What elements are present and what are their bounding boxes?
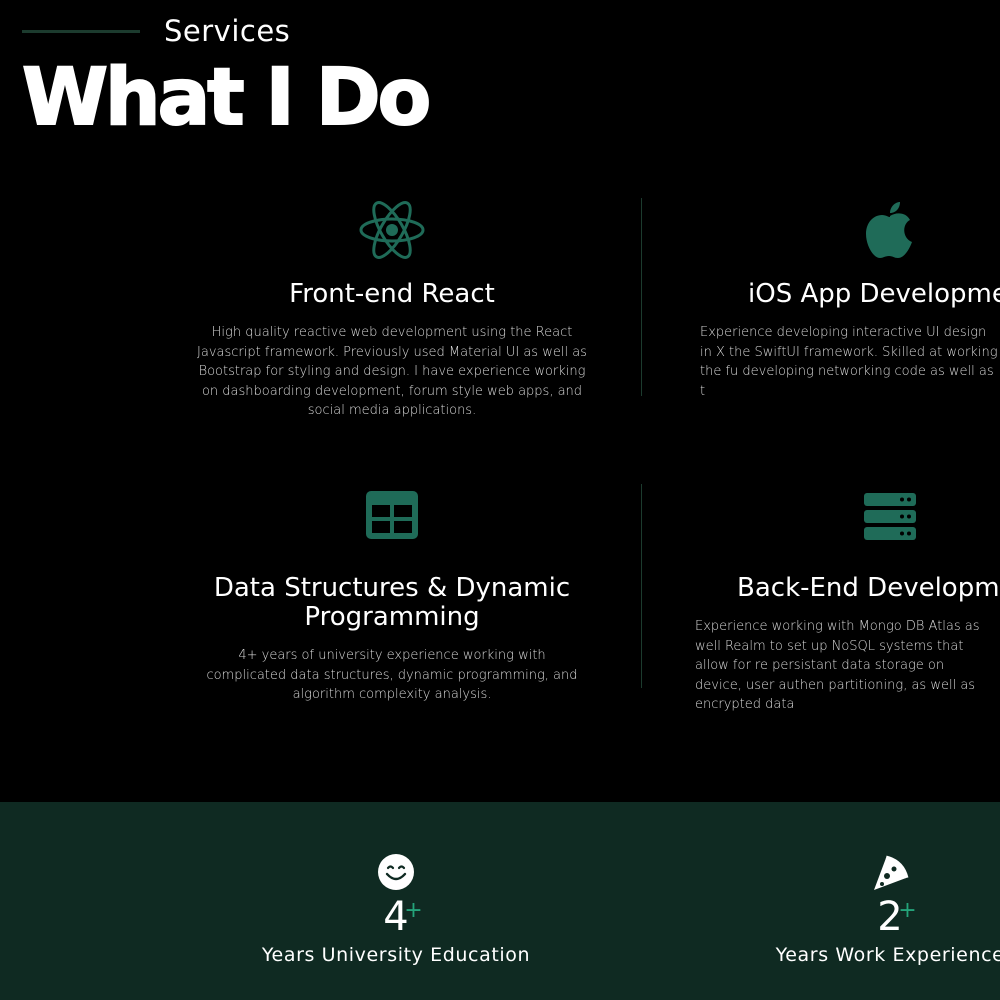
service-title: Front-end React (289, 279, 495, 309)
service-description: Experience developing interactive UI des… (700, 325, 998, 399)
table-icon (366, 491, 418, 539)
smiley-face-icon (378, 854, 414, 890)
service-title: Data Structures & Dynamic Programming (213, 573, 571, 632)
server-icon (864, 493, 916, 540)
section-eyebrow: Services (164, 14, 291, 48)
page-title: What I Do (21, 52, 432, 144)
service-title: Back-End Developm (737, 573, 1000, 603)
stat-label: Years Work Experience (775, 944, 1000, 966)
stat-work-experience: 2 + Years Work Experience (740, 852, 1000, 966)
stat-label: Years University Education (261, 944, 531, 966)
service-description: Experience working with Mongo DB Atlas a… (695, 619, 980, 712)
stat-plus: + (404, 898, 423, 923)
apple-logo-icon (866, 202, 912, 258)
react-atom-icon (359, 201, 425, 259)
card-divider (641, 484, 642, 688)
service-card-data-structures: Data Structures & Dynamic Programming 4+… (192, 484, 592, 705)
eyebrow-line (22, 30, 140, 33)
stats-band: 4 + Years University Education 2 + Years W… (0, 802, 1000, 1000)
stat-plus: + (898, 898, 917, 923)
stat-value: 2 + (877, 896, 916, 938)
service-title: iOS App Developme (748, 279, 1000, 309)
stat-university-education: 4 + Years University Education (246, 852, 546, 966)
service-description: High quality reactive web development us… (197, 325, 587, 418)
service-card-ios: iOS App Developme Experience developing … (690, 198, 1000, 401)
card-divider (641, 198, 642, 396)
service-description: 4+ years of university experience workin… (206, 648, 578, 702)
service-card-backend: Back-End Developm Experience working wit… (690, 484, 1000, 715)
service-card-react: Front-end React High quality reactive we… (192, 198, 592, 421)
services-page: Services What I Do Front-end React High … (0, 0, 1000, 1000)
stat-value: 4 + (383, 896, 422, 938)
pizza-slice-icon (874, 855, 909, 890)
